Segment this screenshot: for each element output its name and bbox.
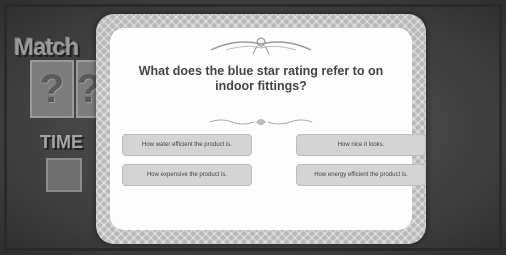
question-dialog-content: What does the blue star rating refer to … — [110, 28, 426, 230]
answer-option[interactable]: How energy efficient the product is. — [296, 164, 426, 186]
question-dialog: What does the blue star rating refer to … — [96, 14, 426, 244]
answer-option[interactable]: How expensive the product is. — [122, 164, 252, 186]
game-title: Match — [14, 34, 79, 61]
ribbon-ornament-icon — [210, 37, 312, 55]
flourish-divider-icon — [209, 119, 313, 125]
question-text: What does the blue star rating refer to … — [138, 64, 384, 93]
mystery-tile: ? — [30, 60, 74, 118]
time-label: TIME — [40, 132, 83, 152]
answer-option[interactable]: How water efficient the product is. — [122, 134, 252, 156]
timer-display — [46, 158, 82, 192]
answer-option[interactable]: How nice it looks. — [296, 134, 426, 156]
